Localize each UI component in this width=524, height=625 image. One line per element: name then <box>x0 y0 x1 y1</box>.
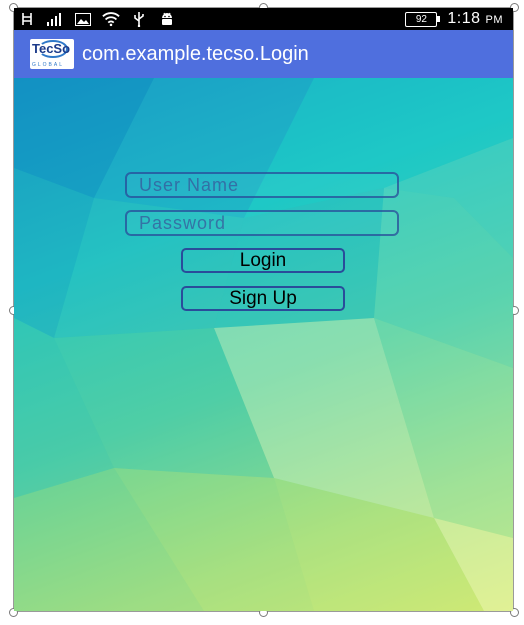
wifi-icon <box>102 10 120 28</box>
usb-debug-icon <box>18 10 36 28</box>
logo-subtext: GLOBAL <box>32 62 65 68</box>
login-content: User Name Password Login Sign Up <box>14 78 513 611</box>
app-title: com.example.tecso.Login <box>82 42 309 65</box>
username-input[interactable]: User Name <box>125 172 399 198</box>
image-icon <box>74 10 92 28</box>
android-icon <box>158 10 176 28</box>
phone-screen: 92 1:18 PM TecSo GLOBAL com.example.tecs… <box>14 8 513 611</box>
sign-up-button[interactable]: Sign Up <box>181 286 345 311</box>
polygon-background <box>14 78 513 611</box>
action-bar: TecSo GLOBAL com.example.tecso.Login <box>14 30 513 78</box>
password-input[interactable]: Password <box>125 210 399 236</box>
logo-text: TecSo <box>32 41 71 56</box>
app-logo: TecSo GLOBAL <box>30 39 74 69</box>
status-clock: 1:18 PM <box>447 10 503 27</box>
usb-icon <box>130 10 148 28</box>
login-button[interactable]: Login <box>181 248 345 273</box>
battery-icon: 92 <box>405 11 441 27</box>
status-bar: 92 1:18 PM <box>14 8 513 30</box>
signal-bars-icon <box>46 10 64 28</box>
